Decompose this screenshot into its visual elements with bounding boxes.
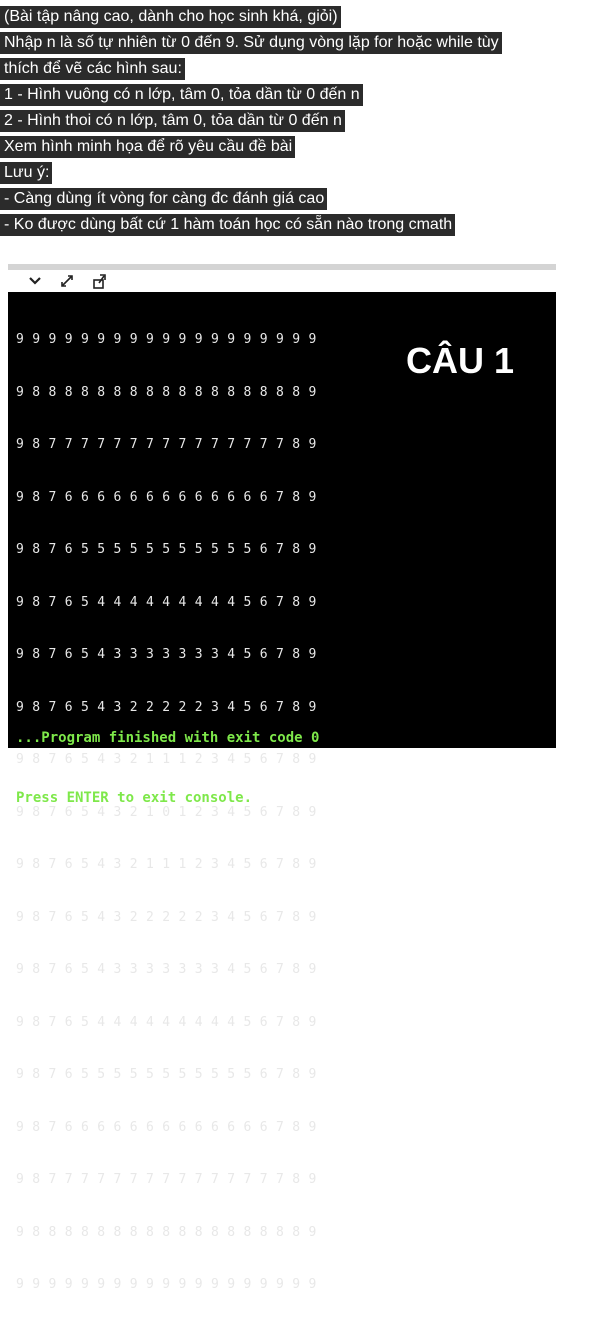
press-enter-message: Press ENTER to exit console. <box>16 790 253 806</box>
console-toolbar <box>8 264 556 292</box>
task-line: - Ko được dùng bất cứ 1 hàm toán học có … <box>0 212 591 238</box>
task-line-text: Xem hình minh họa để rõ yêu cầu đề bài <box>0 136 296 158</box>
task-line-text: Lưu ý: <box>0 162 53 184</box>
console-row: 9 8 8 8 8 8 8 8 8 8 8 8 8 8 8 8 8 8 9 <box>16 1224 317 1240</box>
console-row: 9 8 7 7 7 7 7 7 7 7 7 7 7 7 7 7 7 8 9 <box>16 437 317 452</box>
task-line-text: - Ko được dùng bất cứ 1 hàm toán học có … <box>0 214 456 236</box>
console-row: 9 8 8 8 8 8 8 8 8 8 8 8 8 8 8 8 8 8 9 <box>16 384 317 400</box>
console-window: 9 9 9 9 9 9 9 9 9 9 9 9 9 9 9 9 9 9 9 9 … <box>8 264 556 1292</box>
task-line: thích để vẽ các hình sau: <box>0 56 591 82</box>
console-row: 9 8 7 6 5 4 3 2 1 1 1 2 3 4 5 6 7 8 9 <box>16 857 317 872</box>
console-row: 9 8 7 6 5 5 5 5 5 5 5 5 5 5 5 6 7 8 9 <box>16 1067 317 1082</box>
task-line-text: (Bài tập nâng cao, dành cho học sinh khá… <box>0 6 341 28</box>
question-label: CÂU 1 <box>406 340 515 381</box>
task-line: Lưu ý: <box>0 160 591 186</box>
task-line: 1 - Hình vuông có n lớp, tâm 0, tỏa dần … <box>0 82 591 108</box>
task-line: Nhập n là số tự nhiên từ 0 đến 9. Sử dụn… <box>0 30 591 56</box>
console-row: 9 8 7 6 5 4 4 4 4 4 4 4 4 4 5 6 7 8 9 <box>16 1014 317 1030</box>
task-line: 2 - Hình thoi có n lớp, tâm 0, tỏa dần t… <box>0 108 591 134</box>
task-line-text: 1 - Hình vuông có n lớp, tâm 0, tỏa dần … <box>0 84 363 106</box>
task-line-text: thích để vẽ các hình sau: <box>0 58 185 80</box>
export-icon[interactable] <box>90 272 108 290</box>
console-row: 9 8 7 6 5 5 5 5 5 5 5 5 5 5 5 6 7 8 9 <box>16 542 317 557</box>
task-line: (Bài tập nâng cao, dành cho học sinh khá… <box>0 4 591 30</box>
console-row: 9 8 7 6 5 4 3 3 3 3 3 3 3 4 5 6 7 8 9 <box>16 647 317 662</box>
console-row: 9 8 7 6 6 6 6 6 6 6 6 6 6 6 6 6 7 8 9 <box>16 1119 317 1135</box>
console-row: 9 8 7 7 7 7 7 7 7 7 7 7 7 7 7 7 7 8 9 <box>16 1172 317 1187</box>
console-footer: ...Program finished with exit code 0 Pre… <box>16 688 319 848</box>
task-line-text: Nhập n là số tự nhiên từ 0 đến 9. Sử dụn… <box>0 32 502 54</box>
task-line: - Càng dùng ít vòng for càng đc đánh giá… <box>0 186 591 212</box>
console-row: 9 9 9 9 9 9 9 9 9 9 9 9 9 9 9 9 9 9 9 <box>16 1277 317 1292</box>
console-row: 9 8 7 6 5 4 4 4 4 4 4 4 4 4 5 6 7 8 9 <box>16 594 317 610</box>
console-row: 9 8 7 6 6 6 6 6 6 6 6 6 6 6 6 6 7 8 9 <box>16 489 317 505</box>
console-row: 9 8 7 6 5 4 3 2 2 2 2 2 3 4 5 6 7 8 9 <box>16 909 317 925</box>
exit-code-message: ...Program finished with exit code 0 <box>16 730 320 746</box>
console-row: 9 8 7 6 5 4 3 3 3 3 3 3 3 4 5 6 7 8 9 <box>16 962 317 977</box>
task-description: (Bài tập nâng cao, dành cho học sinh khá… <box>0 4 591 238</box>
task-line: Xem hình minh họa để rõ yêu cầu đề bài <box>0 134 591 160</box>
console-row: 9 9 9 9 9 9 9 9 9 9 9 9 9 9 9 9 9 9 9 <box>16 332 317 347</box>
task-line-text: - Càng dùng ít vòng for càng đc đánh giá… <box>0 188 328 210</box>
chevron-down-icon[interactable] <box>26 272 44 290</box>
expand-icon[interactable] <box>58 272 76 290</box>
task-line-text: 2 - Hình thoi có n lớp, tâm 0, tỏa dần t… <box>0 110 345 132</box>
